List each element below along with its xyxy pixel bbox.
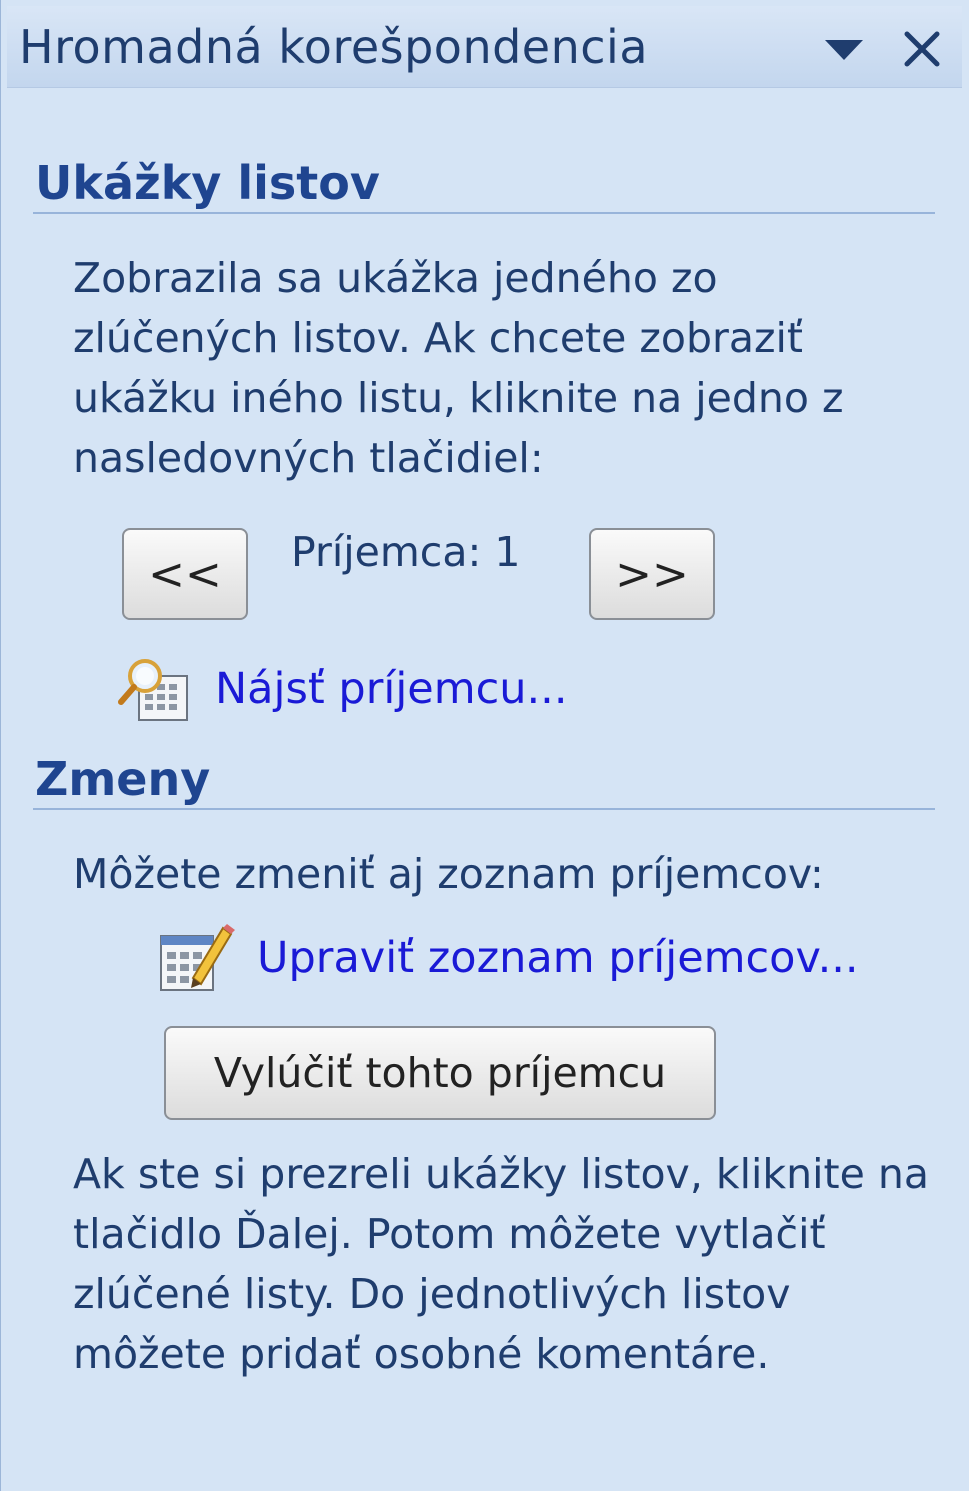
mail-merge-task-pane: Hromadná korešpondencia Ukážky listov Zo… (0, 0, 969, 1491)
changes-section-divider (33, 808, 935, 810)
changes-section-heading: Zmeny (35, 752, 211, 806)
pane-options-button[interactable] (815, 22, 873, 76)
pane-titlebar: Hromadná korešpondencia (7, 6, 962, 88)
preview-section-divider (33, 212, 935, 214)
close-icon (904, 31, 940, 67)
previous-recipient-button[interactable]: << (122, 528, 248, 620)
edit-recipient-list-link-label: Upraviť zoznam príjemcov... (257, 933, 859, 983)
exclude-recipient-button[interactable]: Vylúčiť tohto príjemcu (164, 1026, 716, 1120)
find-recipient-icon (118, 659, 188, 721)
edit-list-icon (160, 924, 235, 991)
next-step-description: Ak ste si prezreli ukážky listov, klikni… (73, 1150, 929, 1378)
pane-title: Hromadná korešpondencia (19, 20, 649, 74)
find-recipient-link-label: Nájsť príjemcu... (215, 664, 568, 714)
changes-description: Môžete zmeniť aj zoznam príjemcov: (73, 850, 824, 898)
preview-section-heading: Ukážky listov (35, 156, 380, 210)
edit-recipient-list-link[interactable]: Upraviť zoznam príjemcov... (157, 922, 859, 994)
recipient-counter: Príjemca: 1 (291, 528, 521, 576)
next-recipient-button[interactable]: >> (589, 528, 715, 620)
find-recipient-link[interactable]: Nájsť príjemcu... (117, 652, 568, 726)
pane-close-button[interactable] (893, 22, 951, 76)
preview-description: Zobrazila sa ukážka jedného zo zlúčených… (73, 254, 844, 482)
chevron-down-icon (825, 40, 863, 60)
